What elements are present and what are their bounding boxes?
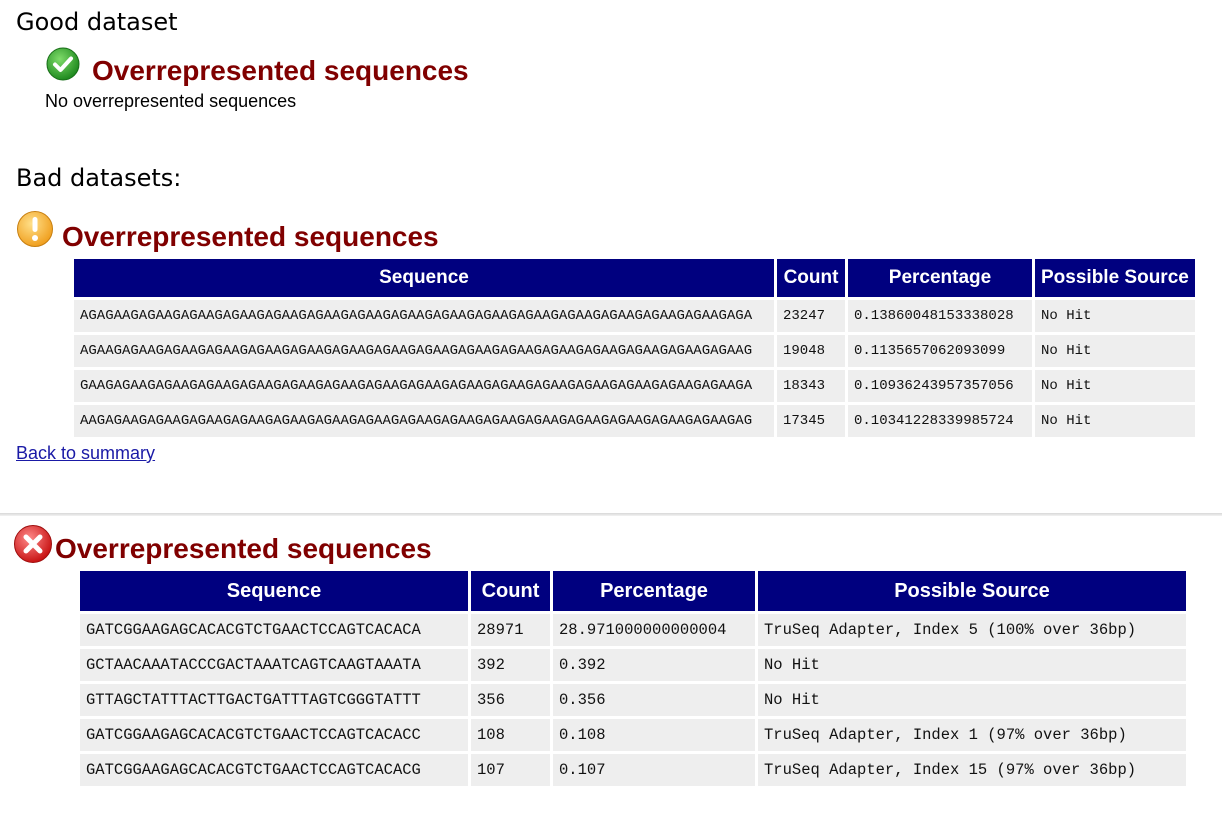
table-row: AGAAGAGAAGAGAAGAGAAGAGAAGAGAAGAGAAGAGAAG…	[74, 335, 1195, 367]
table-row: AAGAGAAGAGAAGAGAAGAGAAGAGAAGAGAAGAGAAGAG…	[74, 405, 1195, 437]
sequence-cell: AGAAGAGAAGAGAAGAGAAGAGAAGAGAAGAGAAGAGAAG…	[74, 335, 774, 367]
divider	[0, 513, 1222, 516]
count-cell: 17345	[777, 405, 845, 437]
source-cell: No Hit	[1035, 300, 1195, 332]
percentage-cell: 0.356	[553, 684, 755, 716]
bad-datasets-label: Bad datasets:	[16, 164, 182, 192]
sequence-cell: GATCGGAAGAGCACACGTCTGAACTCCAGTCACACA	[80, 614, 468, 646]
source-cell: No Hit	[1035, 405, 1195, 437]
percentage-cell: 0.10341228339985724	[848, 405, 1032, 437]
table-row: GCTAACAAATACCCGACTAAATCAGTCAAGTAAATA 392…	[80, 649, 1186, 681]
source-cell: TruSeq Adapter, Index 1 (97% over 36bp)	[758, 719, 1186, 751]
table-row: AGAGAAGAGAAGAGAAGAGAAGAGAAGAGAAGAGAAGAGA…	[74, 300, 1195, 332]
sequence-cell: GATCGGAAGAGCACACGTCTGAACTCCAGTCACACC	[80, 719, 468, 751]
count-cell: 18343	[777, 370, 845, 402]
overrepresented-table: Sequence Count Percentage Possible Sourc…	[71, 256, 1198, 440]
column-header-sequence: Sequence	[80, 571, 468, 611]
sequence-cell: GTTAGCTATTTACTTGACTGATTTAGTCGGGTATTT	[80, 684, 468, 716]
percentage-cell: 28.971000000000004	[553, 614, 755, 646]
column-header-count: Count	[471, 571, 550, 611]
count-cell: 19048	[777, 335, 845, 367]
source-cell: No Hit	[1035, 370, 1195, 402]
column-header-count: Count	[777, 259, 845, 297]
count-cell: 356	[471, 684, 550, 716]
column-header-sequence: Sequence	[74, 259, 774, 297]
count-cell: 107	[471, 754, 550, 786]
back-to-summary-link[interactable]: Back to summary	[16, 443, 155, 464]
count-cell: 28971	[471, 614, 550, 646]
percentage-cell: 0.13860048153338028	[848, 300, 1032, 332]
percentage-cell: 0.108	[553, 719, 755, 751]
source-cell: TruSeq Adapter, Index 15 (97% over 36bp)	[758, 754, 1186, 786]
percentage-cell: 0.392	[553, 649, 755, 681]
source-cell: No Hit	[758, 649, 1186, 681]
error-circle-icon	[14, 525, 52, 563]
sequence-cell: GCTAACAAATACCCGACTAAATCAGTCAAGTAAATA	[80, 649, 468, 681]
section-title: Overrepresented sequences	[92, 55, 469, 86]
source-cell: No Hit	[758, 684, 1186, 716]
sequence-cell: GATCGGAAGAGCACACGTCTGAACTCCAGTCACACG	[80, 754, 468, 786]
count-cell: 23247	[777, 300, 845, 332]
column-header-percentage: Percentage	[848, 259, 1032, 297]
table-row: GATCGGAAGAGCACACGTCTGAACTCCAGTCACACA 289…	[80, 614, 1186, 646]
section-title: Overrepresented sequences	[55, 533, 432, 564]
percentage-cell: 0.1135657062093099	[848, 335, 1032, 367]
percentage-cell: 0.107	[553, 754, 755, 786]
no-overrepresented-message: No overrepresented sequences	[45, 91, 297, 111]
source-cell: TruSeq Adapter, Index 5 (100% over 36bp)	[758, 614, 1186, 646]
table-row: GATCGGAAGAGCACACGTCTGAACTCCAGTCACACC 108…	[80, 719, 1186, 751]
column-header-possible-source: Possible Source	[758, 571, 1186, 611]
count-cell: 392	[471, 649, 550, 681]
count-cell: 108	[471, 719, 550, 751]
table-row: GATCGGAAGAGCACACGTCTGAACTCCAGTCACACG 107…	[80, 754, 1186, 786]
overrepresented-table: Sequence Count Percentage Possible Sourc…	[77, 568, 1189, 789]
percentage-cell: 0.10936243957357056	[848, 370, 1032, 402]
column-header-percentage: Percentage	[553, 571, 755, 611]
sequence-cell: AAGAGAAGAGAAGAGAAGAGAAGAGAAGAGAAGAGAAGAG…	[74, 405, 774, 437]
table-row: GAAGAGAAGAGAAGAGAAGAGAAGAGAAGAGAAGAGAAGA…	[74, 370, 1195, 402]
sequence-cell: GAAGAGAAGAGAAGAGAAGAGAAGAGAAGAGAAGAGAAGA…	[74, 370, 774, 402]
section-title: Overrepresented sequences	[62, 221, 439, 252]
source-cell: No Hit	[1035, 335, 1195, 367]
check-circle-icon	[46, 47, 80, 81]
table-row: GTTAGCTATTTACTTGACTGATTTAGTCGGGTATTT 356…	[80, 684, 1186, 716]
warning-circle-icon	[17, 211, 53, 247]
column-header-possible-source: Possible Source	[1035, 259, 1195, 297]
good-dataset-label: Good dataset	[16, 8, 178, 36]
sequence-cell: AGAGAAGAGAAGAGAAGAGAAGAGAAGAGAAGAGAAGAGA…	[74, 300, 774, 332]
